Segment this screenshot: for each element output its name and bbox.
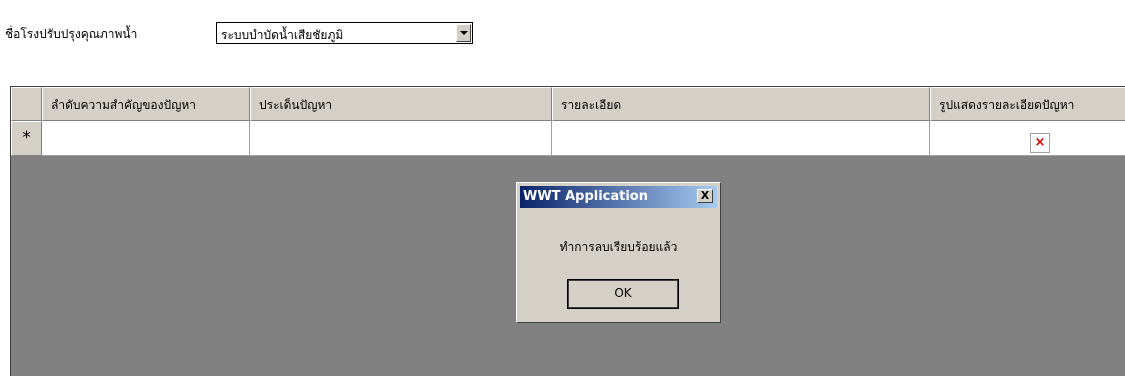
cell-priority[interactable] [42,121,250,156]
column-header-issue[interactable]: ประเด็นปัญหา [250,87,552,121]
message-dialog: WWT Application X ทำการลบเรียบร้อยแล้ว O… [516,182,721,323]
plant-select[interactable]: ระบบบำบัดน้ำเสียชัยภูมิ [216,22,473,44]
dialog-message: ทำการลบเรียบร้อยแล้ว [559,240,678,254]
broken-image-icon: × [1030,133,1050,153]
cell-issue[interactable] [250,121,552,156]
dialog-title: WWT Application [523,189,648,204]
row-selector-header[interactable] [11,87,42,121]
new-row: * × [11,121,1125,156]
grid-header: ลำดับความสำคัญของปัญหา ประเด็นปัญหา รายล… [11,87,1125,121]
chevron-down-icon[interactable] [456,24,471,42]
plant-select-value: ระบบบำบัดน้ำเสียชัยภูมิ [221,28,344,42]
cell-detail[interactable] [552,121,930,156]
dialog-titlebar[interactable]: WWT Application X [520,186,717,208]
column-header-image[interactable]: รูปแสดงรายละเอียดปัญหา [930,87,1125,121]
column-header-detail[interactable]: รายละเอียด [552,87,930,121]
close-icon[interactable]: X [697,189,713,203]
new-row-marker-icon[interactable]: * [11,121,42,156]
ok-button[interactable]: OK [567,279,679,309]
cell-image[interactable]: × [930,121,1125,156]
plant-label: ชื่อโรงปรับปรุงคุณภาพน้ำ [5,27,138,41]
column-header-priority[interactable]: ลำดับความสำคัญของปัญหา [42,87,250,121]
